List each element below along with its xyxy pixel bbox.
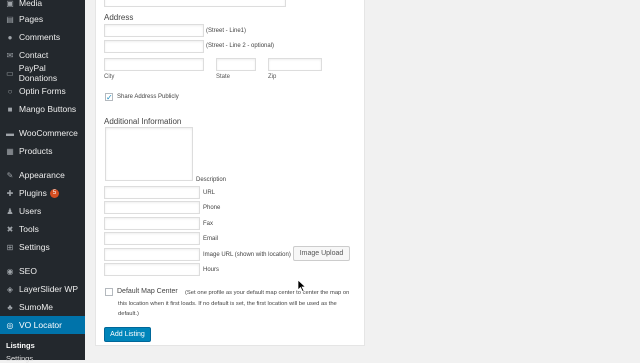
admin-sidebar: ▣ Media ▤ Pages ● Comments ✉ Contact ▭ PayPal Don… [0, 0, 85, 363]
sidebar-item-label: Optin Forms [19, 86, 66, 96]
add-listing-button[interactable]: Add Listing [104, 327, 151, 342]
submenu-item-listings[interactable]: Listings [6, 341, 35, 350]
paypal-icon: ▭ [6, 68, 14, 78]
image-upload-button[interactable]: Image Upload [293, 246, 350, 261]
sidebar-item-label: SEO [19, 266, 37, 276]
fax-input[interactable] [104, 217, 200, 230]
envelope-icon: ✉ [6, 50, 14, 60]
sidebar-item-label: Appearance [19, 170, 65, 180]
sidebar-item-label: WooCommerce [19, 128, 78, 138]
sidebar-item-mango-buttons[interactable]: ■ Mango Buttons [0, 100, 85, 118]
sidebar-item-sumome[interactable]: ♣ SumoMe [0, 298, 85, 316]
url-label: URL [203, 190, 216, 196]
address-heading: Address [104, 13, 134, 22]
share-address-label: Share Address Publicly [117, 94, 179, 100]
description-textarea[interactable] [105, 127, 193, 181]
sidebar-item-vo-locator[interactable]: ◎ VO Locator [0, 316, 85, 334]
optin-icon: ○ [7, 86, 13, 96]
email-label: Email [203, 236, 219, 242]
street-line2-input[interactable] [104, 40, 204, 53]
fax-label: Fax [203, 221, 214, 227]
url-input[interactable] [104, 186, 200, 199]
sidebar-item-label: Pages [19, 14, 44, 24]
phone-label: Phone [203, 205, 221, 211]
brush-icon: ✎ [6, 170, 14, 180]
media-icon: ▣ [6, 0, 14, 8]
sidebar-item-label: Contact [19, 50, 49, 60]
street-line2-hint: (Street - Line 2 - optional) [206, 43, 275, 49]
state-label: State [216, 74, 231, 80]
sidebar-item-pages[interactable]: ▤ Pages [0, 10, 85, 28]
woocommerce-icon: ▬ [6, 128, 14, 138]
phone-input[interactable] [104, 201, 200, 214]
sidebar-item-label: SumoMe [19, 302, 54, 312]
additional-info-heading: Additional Information [104, 117, 182, 126]
layers-icon: ◈ [6, 284, 14, 294]
mouse-cursor-icon [298, 280, 306, 292]
top-cutoff-input[interactable] [104, 0, 286, 7]
seo-icon: ◉ [6, 266, 14, 276]
default-map-center-checkbox[interactable] [105, 288, 113, 296]
image-url-input[interactable] [104, 248, 200, 261]
sidebar-item-users[interactable]: ♟ Users [0, 202, 85, 220]
description-label: Description [196, 177, 227, 183]
sidebar-item-products[interactable]: ▦ Products [0, 142, 85, 160]
sidebar-item-contact[interactable]: ✉ Contact [0, 46, 85, 64]
city-input[interactable] [104, 58, 204, 71]
sidebar-item-comments[interactable]: ● Comments [0, 28, 85, 46]
settings-icon: ⊞ [6, 242, 14, 252]
share-address-checkbox[interactable]: ✓ [105, 93, 113, 102]
locator-icon: ◎ [6, 320, 14, 330]
sidebar-item-label: PayPal Donations [18, 63, 58, 83]
sidebar-item-plugins[interactable]: ✚ Plugins 5 [0, 184, 85, 202]
sidebar-item-paypal-donations[interactable]: ▭ PayPal Donations [0, 63, 85, 83]
sidebar-item-label: Comments [19, 32, 61, 42]
update-count-badge: 5 [49, 188, 60, 198]
default-map-center-note: (Set one profile as your default map cen… [118, 290, 350, 317]
sidebar-item-appearance[interactable]: ✎ Appearance [0, 166, 85, 184]
sidebar-item-label: Products [19, 146, 53, 156]
sidebar-item-settings[interactable]: ⊞ Settings [0, 238, 85, 256]
zip-input[interactable] [268, 58, 322, 71]
pages-icon: ▤ [6, 14, 14, 24]
sidebar-item-label: LayerSlider WP [19, 284, 79, 294]
plugin-icon: ✚ [6, 188, 14, 198]
sidebar-item-tools[interactable]: ✖ Tools [0, 220, 85, 238]
buttons-icon: ■ [7, 104, 13, 114]
zip-label: Zip [268, 74, 277, 80]
sidebar-item-label: Settings [19, 242, 50, 252]
sidebar-item-label: Users [19, 206, 42, 216]
street-line1-input[interactable] [104, 24, 204, 37]
users-icon: ♟ [6, 206, 14, 216]
listing-form-panel: Address (Street - Line1) (Street - Line … [95, 0, 365, 346]
sidebar-item-label: Media [19, 0, 43, 8]
email-input[interactable] [104, 232, 200, 245]
sidebar-item-label: Plugins [19, 188, 47, 198]
street-line1-hint: (Street - Line1) [206, 28, 247, 34]
submenu-item-settings[interactable]: Settings [6, 354, 33, 363]
sidebar-item-layerslider-wp[interactable]: ◈ LayerSlider WP [0, 280, 85, 298]
hours-label: Hours [203, 267, 220, 273]
comments-icon: ● [7, 32, 13, 42]
sumome-icon: ♣ [7, 302, 13, 312]
sidebar-item-label: Tools [19, 224, 39, 234]
hours-input[interactable] [104, 263, 200, 276]
sidebar-item-seo[interactable]: ◉ SEO [0, 262, 85, 280]
sidebar-item-label: VO Locator [19, 320, 62, 330]
state-input[interactable] [216, 58, 256, 71]
sidebar-item-woocommerce[interactable]: ▬ WooCommerce [0, 124, 85, 142]
products-icon: ▦ [6, 146, 14, 156]
sidebar-item-label: Mango Buttons [19, 104, 77, 114]
wrench-icon: ✖ [6, 224, 14, 234]
city-label: City [104, 74, 115, 80]
sidebar-item-optin-forms[interactable]: ○ Optin Forms [0, 82, 85, 100]
image-url-label: Image URL (shown with location) [203, 252, 291, 258]
